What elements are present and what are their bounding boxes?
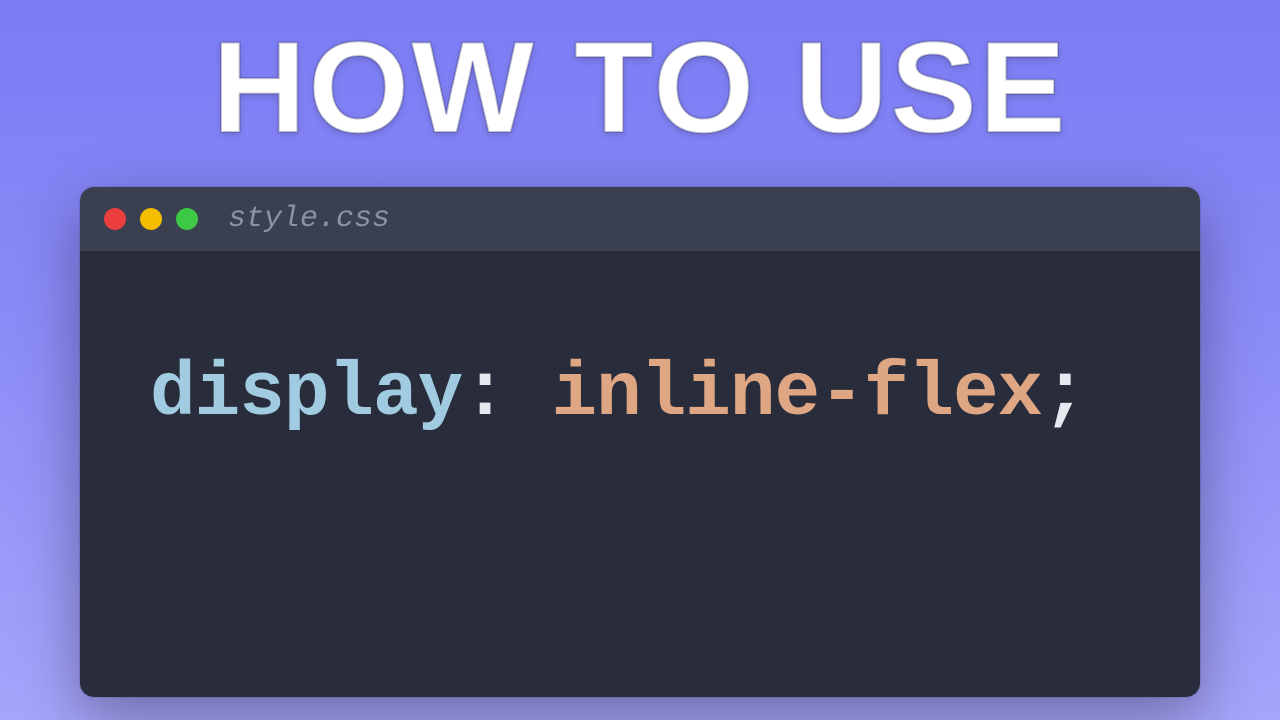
css-value-token: inline-flex	[551, 351, 1042, 437]
semicolon-token: ;	[1042, 351, 1087, 437]
minimize-icon[interactable]	[140, 208, 162, 230]
window-filename: style.css	[228, 202, 390, 236]
traffic-lights	[104, 208, 198, 230]
page-headline: HOW TO USE	[212, 12, 1067, 162]
space-token	[507, 351, 552, 437]
colon-token: :	[462, 351, 507, 437]
code-editor-window: style.css display: inline-flex;	[80, 187, 1200, 697]
zoom-icon[interactable]	[176, 208, 198, 230]
window-titlebar: style.css	[80, 187, 1200, 251]
code-line: display: inline-flex;	[150, 351, 1140, 437]
editor-body: display: inline-flex;	[80, 251, 1200, 697]
css-property-token: display	[150, 351, 462, 437]
close-icon[interactable]	[104, 208, 126, 230]
